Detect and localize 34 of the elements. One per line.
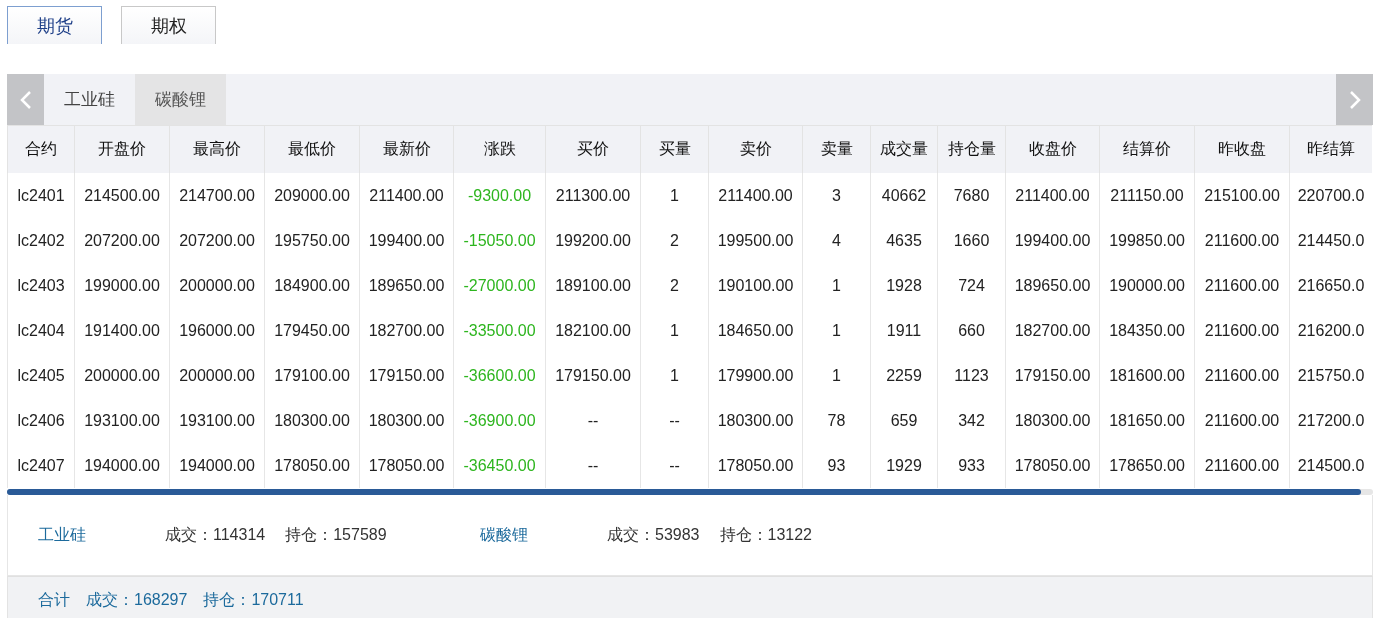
total-open-interest-text: 持仓：170711 [203,589,304,610]
column-header: 昨收盘 [1194,125,1289,173]
volume-text: 成交：53983 [607,524,700,545]
column-header: 涨跌 [453,125,545,173]
open-interest-text: 持仓：13122 [719,524,812,545]
column-header: 最高价 [169,125,264,173]
column-header: 收盘价 [1005,125,1099,173]
product-link[interactable]: 工业硅 [38,524,165,546]
column-header: 买量 [640,125,708,173]
market-tab[interactable]: 期权 [121,6,216,44]
product-link[interactable]: 碳酸锂 [480,524,607,546]
column-header: 开盘价 [74,125,169,173]
column-header: 昨结算 [1289,125,1372,173]
open-interest-text: 持仓：157589 [285,524,387,545]
column-header: 成交量 [870,125,937,173]
column-header: 最低价 [264,125,359,173]
horizontal-scrollbar[interactable] [7,489,1373,495]
scroll-right-button[interactable] [1336,74,1373,125]
total-volume-text: 成交：168297 [86,589,188,610]
column-header: 最新价 [359,125,453,173]
column-header: 卖量 [802,125,870,173]
column-header: 持仓量 [937,125,1005,173]
column-header: 结算价 [1099,125,1194,173]
column-header: 卖价 [708,125,802,173]
chevron-left-icon [19,89,32,110]
product-tab[interactable]: 工业硅 [44,74,135,125]
column-header: 合约 [7,125,74,173]
total-label: 合计 [38,589,70,610]
volume-text: 成交：114314 [165,524,266,545]
market-tab[interactable]: 期货 [7,6,102,44]
column-header: 买价 [545,125,640,173]
scroll-left-button[interactable] [7,74,44,125]
chevron-right-icon [1348,89,1361,110]
product-tab[interactable]: 碳酸锂 [135,74,226,125]
